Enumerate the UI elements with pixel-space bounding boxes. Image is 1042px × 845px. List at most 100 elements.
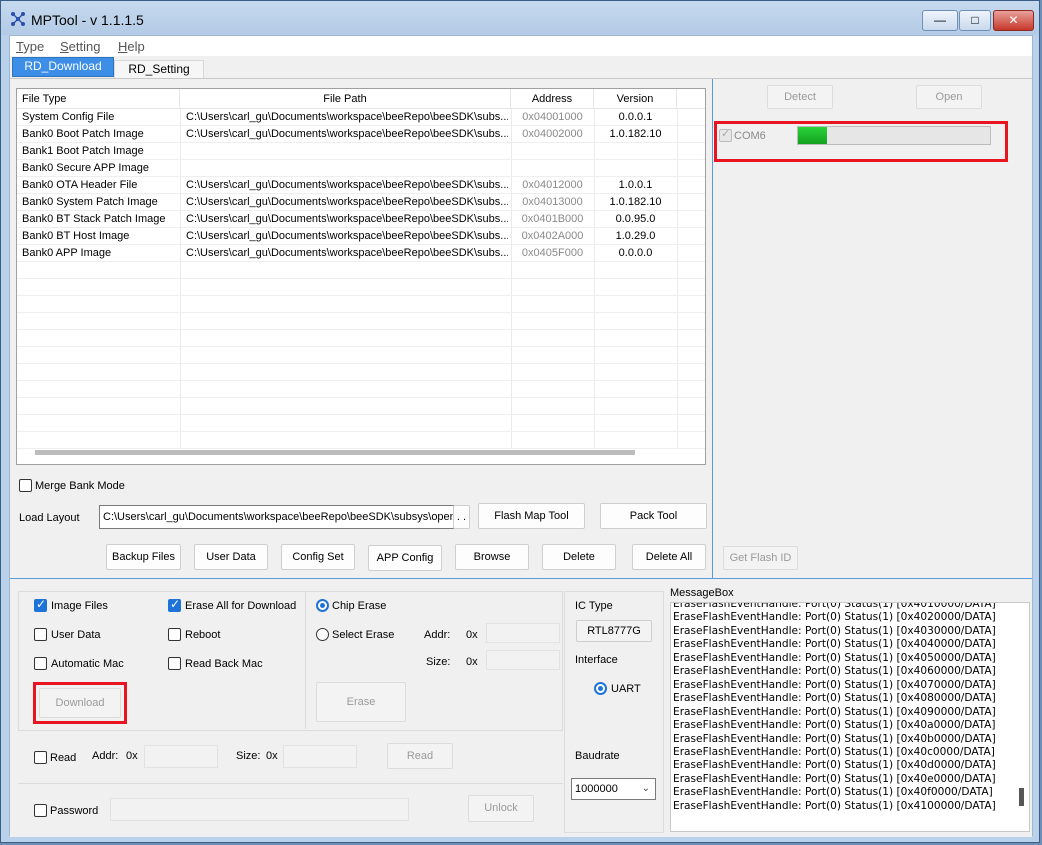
pack-tool-button[interactable]: Pack Tool: [600, 503, 707, 529]
table-row[interactable]: [17, 279, 705, 296]
log-line: EraseFlashEventHandle: Port(0) Status(1)…: [673, 692, 996, 705]
uart-radio[interactable]: [594, 682, 607, 695]
cell-version: [594, 143, 677, 160]
table-row[interactable]: [17, 415, 705, 432]
table-row[interactable]: Bank0 APP Image C:\Users\carl_gu\Document…: [17, 245, 705, 262]
select-erase-radio[interactable]: [316, 628, 329, 641]
detect-button[interactable]: Detect: [767, 85, 833, 109]
image-files-checkbox[interactable]: [34, 597, 47, 612]
chevron-down-icon: ⌄: [641, 783, 650, 794]
table-row[interactable]: Bank1 Boot Patch Image: [17, 143, 705, 160]
tab-rd-download[interactable]: RD_Download: [12, 57, 114, 77]
user-data-checkbox[interactable]: [34, 628, 47, 641]
group-divider: [305, 592, 306, 729]
password-checkbox[interactable]: [34, 804, 47, 817]
erase-size-input[interactable]: [486, 650, 560, 670]
table-row[interactable]: Bank0 BT Stack Patch Image C:\Users\carl_…: [17, 211, 705, 228]
config-set-button[interactable]: Config Set: [281, 544, 355, 570]
table-row[interactable]: Bank0 BT Host Image C:\Users\carl_gu\Docu…: [17, 228, 705, 245]
reboot-label: Reboot: [185, 629, 221, 641]
cell-version: [594, 160, 677, 177]
cell-version: 1.0.0.1: [618, 179, 653, 191]
messagebox-scrollbar[interactable]: [1019, 788, 1024, 806]
minimize-button[interactable]: —: [922, 10, 958, 31]
load-layout-field[interactable]: C:\Users\carl_gu\Documents\workspace\bee…: [99, 505, 454, 529]
app-config-button[interactable]: APP Config: [368, 545, 442, 571]
com6-checkbox[interactable]: [719, 127, 732, 142]
baudrate-label: Baudrate: [575, 750, 620, 762]
cell-address: 0x0405F000: [521, 247, 584, 259]
table-row[interactable]: Bank0 Secure APP Image: [17, 160, 705, 177]
read-checkbox[interactable]: [34, 751, 47, 764]
log-line: EraseFlashEventHandle: Port(0) Status(1)…: [673, 759, 996, 772]
download-button[interactable]: Download: [39, 688, 121, 718]
close-button[interactable]: ✕: [993, 10, 1034, 31]
open-button[interactable]: Open: [916, 85, 982, 109]
read-back-mac-checkbox[interactable]: [168, 657, 181, 670]
delete-all-button[interactable]: Delete All: [632, 544, 706, 570]
cell-file-path: C:\Users\carl_gu\Documents\workspace\bee…: [186, 213, 508, 225]
maximize-button[interactable]: □: [959, 10, 991, 31]
read-size-input[interactable]: [283, 745, 357, 768]
table-row[interactable]: [17, 432, 705, 449]
erase-button[interactable]: Erase: [316, 682, 406, 722]
erase-all-label: Erase All for Download: [185, 600, 297, 612]
backup-files-button[interactable]: Backup Files: [106, 544, 181, 570]
messagebox-log[interactable]: EraseFlashEventHandle: Port(0) Status(1)…: [670, 602, 1030, 832]
user-data-button[interactable]: User Data: [194, 544, 268, 570]
chip-erase-radio[interactable]: [316, 599, 329, 612]
cell-file-type: Bank0 System Patch Image: [22, 196, 158, 208]
com6-label: COM6: [734, 130, 766, 142]
app-window: MPTool - v 1.1.1.5 — □ ✕ Type Setting He…: [0, 0, 1040, 843]
column-header-address[interactable]: Address: [511, 89, 594, 109]
menu-help[interactable]: Help: [118, 39, 145, 54]
cell-file-type: Bank1 Boot Patch Image: [22, 145, 144, 157]
read-button[interactable]: Read: [387, 743, 453, 769]
load-layout-browse-button[interactable]: . .: [453, 505, 470, 529]
flash-map-tool-button[interactable]: Flash Map Tool: [478, 503, 585, 529]
baudrate-select[interactable]: 1000000 ⌄: [571, 778, 656, 800]
delete-button[interactable]: Delete: [542, 544, 616, 570]
column-header-version[interactable]: Version: [594, 89, 677, 109]
tab-rd-setting[interactable]: RD_Setting: [114, 60, 204, 79]
password-input[interactable]: [110, 798, 409, 821]
cell-file-path: C:\Users\carl_gu\Documents\workspace\bee…: [186, 128, 508, 140]
table-row[interactable]: [17, 398, 705, 415]
erase-all-checkbox[interactable]: [168, 597, 181, 612]
menu-setting[interactable]: Setting: [60, 39, 100, 54]
erase-addr-input[interactable]: [486, 623, 560, 643]
table-row[interactable]: [17, 330, 705, 347]
automatic-mac-checkbox[interactable]: [34, 657, 47, 670]
get-flash-id-button[interactable]: Get Flash ID: [723, 546, 798, 570]
log-line: EraseFlashEventHandle: Port(0) Status(1)…: [673, 705, 996, 718]
table-row[interactable]: [17, 364, 705, 381]
merge-bank-checkbox[interactable]: [19, 479, 32, 492]
cell-version: 1.0.182.10: [609, 196, 662, 208]
file-table[interactable]: File Type File Path Address Version Syst…: [16, 88, 706, 465]
cell-address: 0x04001000: [522, 111, 583, 123]
table-row[interactable]: [17, 262, 705, 279]
table-row[interactable]: Bank0 OTA Header File C:\Users\carl_gu\Do…: [17, 177, 705, 194]
unlock-button[interactable]: Unlock: [468, 795, 534, 822]
read-addr-input[interactable]: [144, 745, 218, 768]
cell-version: 0.0.0.1: [618, 111, 653, 123]
title-bar[interactable]: MPTool - v 1.1.1.5 — □ ✕: [1, 1, 1039, 35]
log-line: EraseFlashEventHandle: Port(0) Status(1)…: [673, 786, 993, 799]
browse-button[interactable]: Browse: [455, 544, 529, 570]
table-row[interactable]: [17, 381, 705, 398]
table-row[interactable]: Bank0 Boot Patch Image C:\Users\carl_gu\D…: [17, 126, 705, 143]
table-row[interactable]: [17, 296, 705, 313]
horizontal-scrollbar[interactable]: [35, 450, 635, 455]
table-row[interactable]: Bank0 System Patch Image C:\Users\carl_gu…: [17, 194, 705, 211]
reboot-checkbox[interactable]: [168, 628, 181, 641]
cell-file-type: Bank0 BT Host Image: [22, 230, 130, 242]
ic-type-value[interactable]: RTL8777G: [576, 620, 652, 642]
column-header-file-type[interactable]: File Type: [17, 89, 180, 109]
table-row[interactable]: [17, 313, 705, 330]
merge-bank-label: Merge Bank Mode: [35, 480, 125, 492]
erase-size-label: Size:: [426, 656, 451, 668]
menu-type[interactable]: Type: [16, 39, 44, 54]
table-row[interactable]: [17, 347, 705, 364]
column-header-file-path[interactable]: File Path: [180, 89, 511, 109]
table-row[interactable]: System Config File C:\Users\carl_gu\Docum…: [17, 109, 705, 126]
